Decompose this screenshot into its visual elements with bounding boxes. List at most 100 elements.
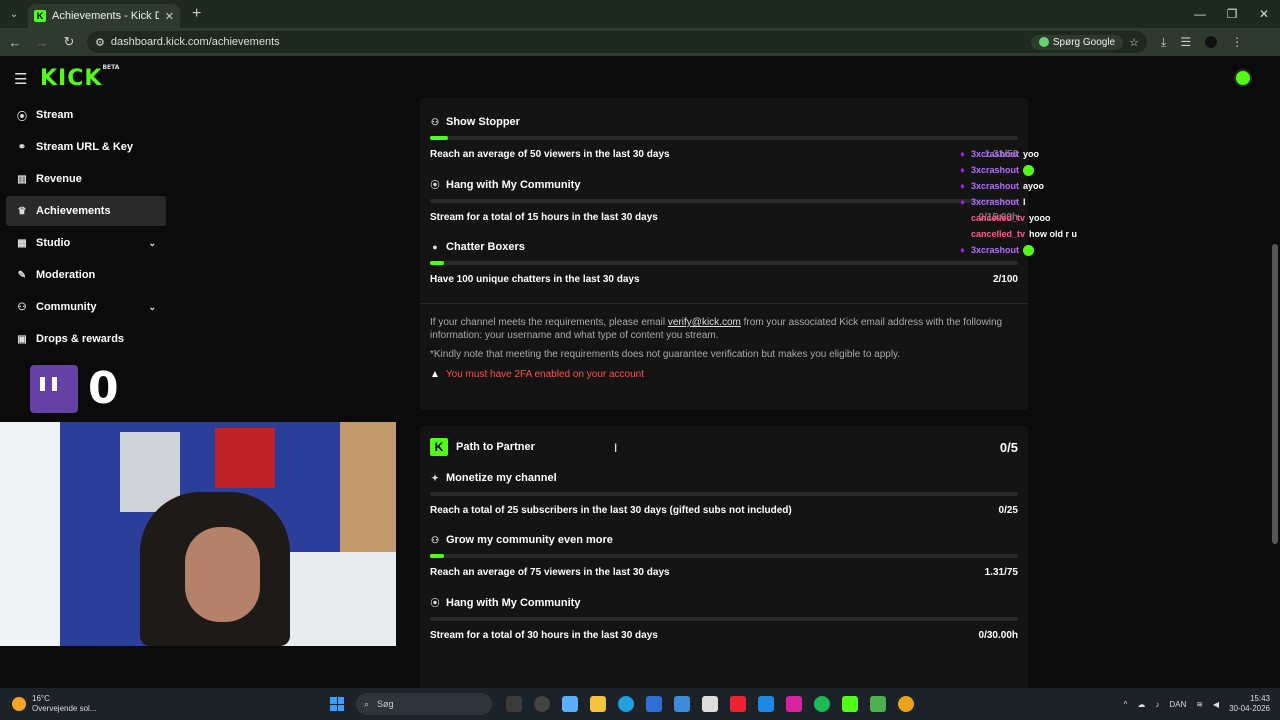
- achievement-grow-community: ⚇ Grow my community even more Reach an av…: [430, 516, 1018, 578]
- tab-groups-icon[interactable]: ☰: [1180, 35, 1191, 49]
- sidebar-item-label: Stream URL & Key: [36, 141, 133, 153]
- achievement-title: Chatter Boxers: [446, 241, 525, 253]
- achievement-title-row: ⦿ Hang with My Community: [430, 178, 1018, 191]
- profile-icon[interactable]: [1205, 36, 1218, 48]
- achievement-desc: Stream for a total of 15 hours in the la…: [430, 212, 658, 223]
- hamburger-menu-icon[interactable]: ☰: [14, 70, 27, 88]
- achievement-monetize: ✦ Monetize my channel Reach a total of 25…: [430, 458, 1018, 516]
- close-window-icon[interactable]: ✕: [1248, 7, 1280, 21]
- dashboard-topbar: ☰ KICKBETA: [0, 56, 1280, 100]
- achievement-desc: Reach an average of 75 viewers in the la…: [430, 567, 670, 578]
- ask-google-button[interactable]: Spørg Google: [1030, 34, 1124, 50]
- scrollbar-thumb[interactable]: [1272, 244, 1278, 544]
- partner-header: K Path to Partner 0/5: [430, 426, 1018, 458]
- minimize-icon[interactable]: —: [1184, 7, 1216, 21]
- sidebar-item-revenue[interactable]: ▥ Revenue: [6, 164, 166, 194]
- twitch-logo-icon: [30, 364, 78, 413]
- android-icon[interactable]: [870, 696, 886, 712]
- bookmark-star-icon[interactable]: ☆: [1129, 36, 1139, 49]
- edge-icon[interactable]: [618, 696, 634, 712]
- chat-icon: ●: [432, 242, 438, 252]
- sidebar-item-moderation[interactable]: ✎ Moderation: [6, 260, 166, 290]
- chrome-icon[interactable]: [898, 696, 914, 712]
- media-player-icon[interactable]: [534, 696, 550, 712]
- path-to-partner-card: K Path to Partner 0/5 ✦ Monetize my chann…: [420, 426, 1028, 696]
- windows-start-icon[interactable]: [330, 697, 344, 711]
- copilot-icon[interactable]: [562, 696, 578, 712]
- weather-widget[interactable]: 16°C Overvejende sol...: [0, 694, 330, 714]
- chat-username: cancelled_tv: [971, 229, 1026, 239]
- new-tab-icon[interactable]: +: [192, 5, 201, 23]
- messenger-icon[interactable]: [758, 696, 774, 712]
- sparkle-icon: ✦: [431, 472, 439, 483]
- sidebar-item-drops-rewards[interactable]: ▣ Drops & rewards: [6, 324, 166, 354]
- achievement-value: 0/25: [998, 505, 1018, 516]
- taskbar-search[interactable]: ⌕ Søg: [356, 693, 492, 715]
- microphone-icon[interactable]: ♪: [1155, 700, 1159, 709]
- verify-email-link[interactable]: verify@kick.com: [668, 317, 741, 328]
- site-info-icon[interactable]: ⚙: [95, 36, 105, 49]
- back-icon[interactable]: ←: [3, 35, 27, 50]
- chat-message: ♦ 3xcrashout yoo: [958, 146, 1098, 162]
- instagram-icon[interactable]: [786, 696, 802, 712]
- kick-app-icon[interactable]: [842, 696, 858, 712]
- youtube-icon[interactable]: [730, 696, 746, 712]
- reload-icon[interactable]: ↻: [57, 34, 81, 50]
- achievement-hang-with-community: ⦿ Hang with My Community Stream for a tot…: [430, 160, 1018, 223]
- slack-icon[interactable]: [702, 696, 718, 712]
- info-text: If your channel meets the requirements, …: [430, 317, 666, 328]
- tab-search-icon[interactable]: ⌄: [0, 9, 28, 20]
- achievement-title-row: ⦿ Hang with My Community: [430, 596, 1018, 609]
- sidebar-item-studio[interactable]: ▦ Studio ⌄: [6, 228, 166, 258]
- browser-tabbar: ⌄ K Achievements - Kick Dashboard ✕ + — …: [0, 0, 1280, 28]
- sidebar-item-label: Achievements: [36, 205, 111, 217]
- window-controls: — ❐ ✕: [1184, 0, 1280, 28]
- download-icon[interactable]: ⤓: [1161, 35, 1166, 50]
- address-bar[interactable]: ⚙ dashboard.kick.com/achievements Spørg …: [87, 31, 1147, 53]
- tray-chevron-icon[interactable]: ^: [1124, 700, 1128, 709]
- progress-bar: [430, 136, 1018, 140]
- achievement-desc: Stream for a total of 30 hours in the la…: [430, 630, 658, 641]
- achievement-desc: Reach an average of 50 viewers in the la…: [430, 149, 670, 160]
- url-text: dashboard.kick.com/achievements: [110, 36, 280, 48]
- menu-icon[interactable]: ⋮: [1231, 35, 1243, 49]
- task-view-icon[interactable]: [506, 696, 522, 712]
- twitch-viewer-count: 0: [88, 363, 119, 414]
- kick-favicon-icon: K: [34, 10, 46, 22]
- broadcast-icon: ⦿: [430, 598, 440, 608]
- kick-logo[interactable]: KICKBETA: [40, 64, 119, 91]
- language-indicator[interactable]: DAN: [1169, 700, 1186, 709]
- clock[interactable]: 15:43 30-04-2026: [1229, 694, 1270, 714]
- spotify-icon[interactable]: [814, 696, 830, 712]
- file-explorer-icon[interactable]: [590, 696, 606, 712]
- 2fa-warning: ▲ You must have 2FA enabled on your accou…: [430, 369, 1018, 380]
- sidebar-item-achievements[interactable]: ♛ Achievements: [6, 196, 166, 226]
- onedrive-icon[interactable]: ☁: [1137, 700, 1145, 709]
- webcam-jersey: [215, 428, 275, 488]
- chevron-down-icon[interactable]: ⌄: [148, 302, 156, 313]
- store-icon[interactable]: [646, 696, 662, 712]
- page-scrollbar[interactable]: [1272, 64, 1278, 564]
- divider: [420, 303, 1028, 304]
- progress-bar: [430, 261, 1018, 265]
- chevron-down-icon[interactable]: ⌄: [148, 238, 156, 249]
- chat-text: yoo: [1023, 149, 1040, 159]
- forward-icon[interactable]: →: [30, 35, 54, 50]
- achievement-desc-row: Reach an average of 50 viewers in the la…: [430, 149, 1018, 160]
- user-avatar[interactable]: [1234, 69, 1252, 87]
- sidebar-item-label: Drops & rewards: [36, 333, 125, 345]
- clock-time: 15:43: [1249, 694, 1270, 703]
- link-icon: ⚭: [17, 141, 27, 153]
- outlook-icon[interactable]: [674, 696, 690, 712]
- achievement-hang-30h: ⦿ Hang with My Community Stream for a tot…: [430, 578, 1018, 641]
- achievement-desc: Have 100 unique chatters in the last 30 …: [430, 274, 640, 285]
- browser-tab[interactable]: K Achievements - Kick Dashboard ✕: [28, 4, 180, 28]
- achievement-chatter-boxers: ● Chatter Boxers Have 100 unique chatters…: [430, 223, 1018, 303]
- volume-icon[interactable]: ◀: [1213, 700, 1219, 709]
- close-tab-icon[interactable]: ✕: [165, 10, 174, 23]
- wifi-icon[interactable]: ≋: [1196, 700, 1203, 709]
- sidebar-item-stream-url-key[interactable]: ⚭ Stream URL & Key: [6, 132, 166, 162]
- restore-icon[interactable]: ❐: [1216, 7, 1248, 21]
- sidebar-item-stream[interactable]: ⦿ Stream: [6, 100, 166, 130]
- sidebar-item-community[interactable]: ⚇ Community ⌄: [6, 292, 166, 322]
